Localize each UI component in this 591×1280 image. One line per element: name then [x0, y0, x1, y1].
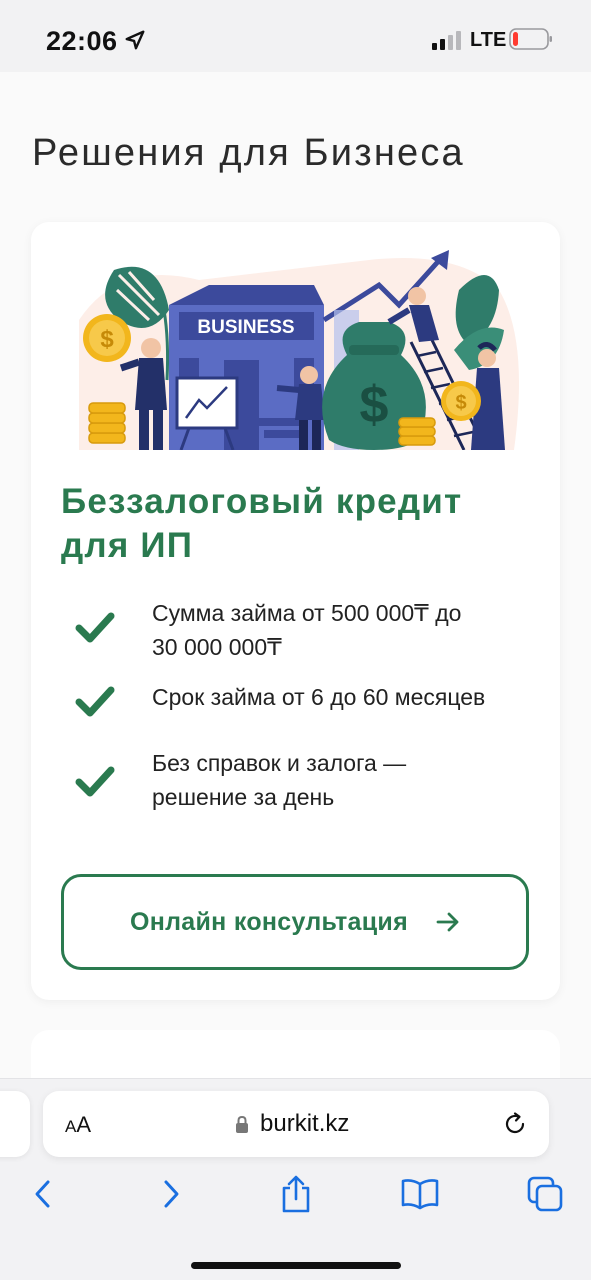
- feature-text-line: решение за день: [152, 784, 335, 810]
- aa-large: A: [76, 1112, 92, 1137]
- loan-card: $ BUSINESS $ $ Беззалоговый кредит для И…: [31, 222, 560, 1000]
- url-text[interactable]: burkit.kz: [260, 1110, 349, 1138]
- online-consultation-button[interactable]: Онлайн консультация: [61, 874, 529, 970]
- bookmarks-icon: [401, 1179, 439, 1210]
- business-illustration: $ BUSINESS $ $: [79, 250, 519, 450]
- reload-icon[interactable]: [502, 1111, 528, 1137]
- svg-text:$: $: [100, 326, 114, 353]
- next-card: [31, 1030, 560, 1082]
- check-icon: [75, 612, 115, 643]
- location-arrow-icon: [125, 30, 145, 50]
- card-title: Беззалоговый кредит для ИП: [61, 482, 463, 565]
- previous-tab-edge[interactable]: [0, 1091, 30, 1157]
- address-bar[interactable]: AA burkit.kz: [43, 1091, 549, 1157]
- reader-aa-button[interactable]: AA: [65, 1112, 91, 1138]
- share-button[interactable]: [273, 1171, 319, 1217]
- signal-bars-icon: [432, 31, 461, 50]
- browser-toolbar: [0, 1171, 591, 1231]
- lock-icon: [236, 1115, 248, 1133]
- home-indicator: [191, 1262, 401, 1269]
- svg-text:$: $: [455, 392, 466, 414]
- tabs-button[interactable]: [522, 1171, 568, 1217]
- page-content: Решения для Бизнеса $ BUSINESS $ $ Безза…: [0, 72, 591, 1082]
- feature-text-line: Сумма займа от 500 000₸ до: [152, 600, 462, 626]
- svg-text:$: $: [360, 376, 389, 434]
- feature-text-line: Срок займа от 6 до 60 месяцев: [152, 684, 486, 710]
- svg-text:BUSINESS: BUSINESS: [197, 317, 294, 338]
- feature-text-line: Без справок и залога —: [152, 750, 407, 776]
- forward-button[interactable]: [148, 1171, 194, 1217]
- bookmarks-button[interactable]: [397, 1171, 443, 1217]
- back-icon: [35, 1180, 50, 1208]
- back-button[interactable]: [20, 1171, 66, 1217]
- feature-text-line: 30 000 000₸: [152, 634, 282, 660]
- check-icon: [75, 686, 115, 717]
- page-title: Решения для Бизнеса: [32, 132, 465, 174]
- network-label: LTE: [470, 29, 507, 51]
- aa-small: A: [65, 1117, 77, 1136]
- arrow-right-icon: [436, 912, 459, 932]
- share-icon: [282, 1175, 310, 1213]
- cta-label: Онлайн консультация: [129, 907, 408, 936]
- forward-icon: [164, 1180, 179, 1208]
- status-bar: 22:06 LTE: [0, 0, 591, 72]
- tabs-icon: [527, 1176, 563, 1212]
- browser-bar: AA burkit.kz: [0, 1078, 591, 1280]
- check-icon: [75, 766, 115, 797]
- status-time: 22:06: [46, 26, 118, 56]
- battery-low-icon: [509, 28, 552, 50]
